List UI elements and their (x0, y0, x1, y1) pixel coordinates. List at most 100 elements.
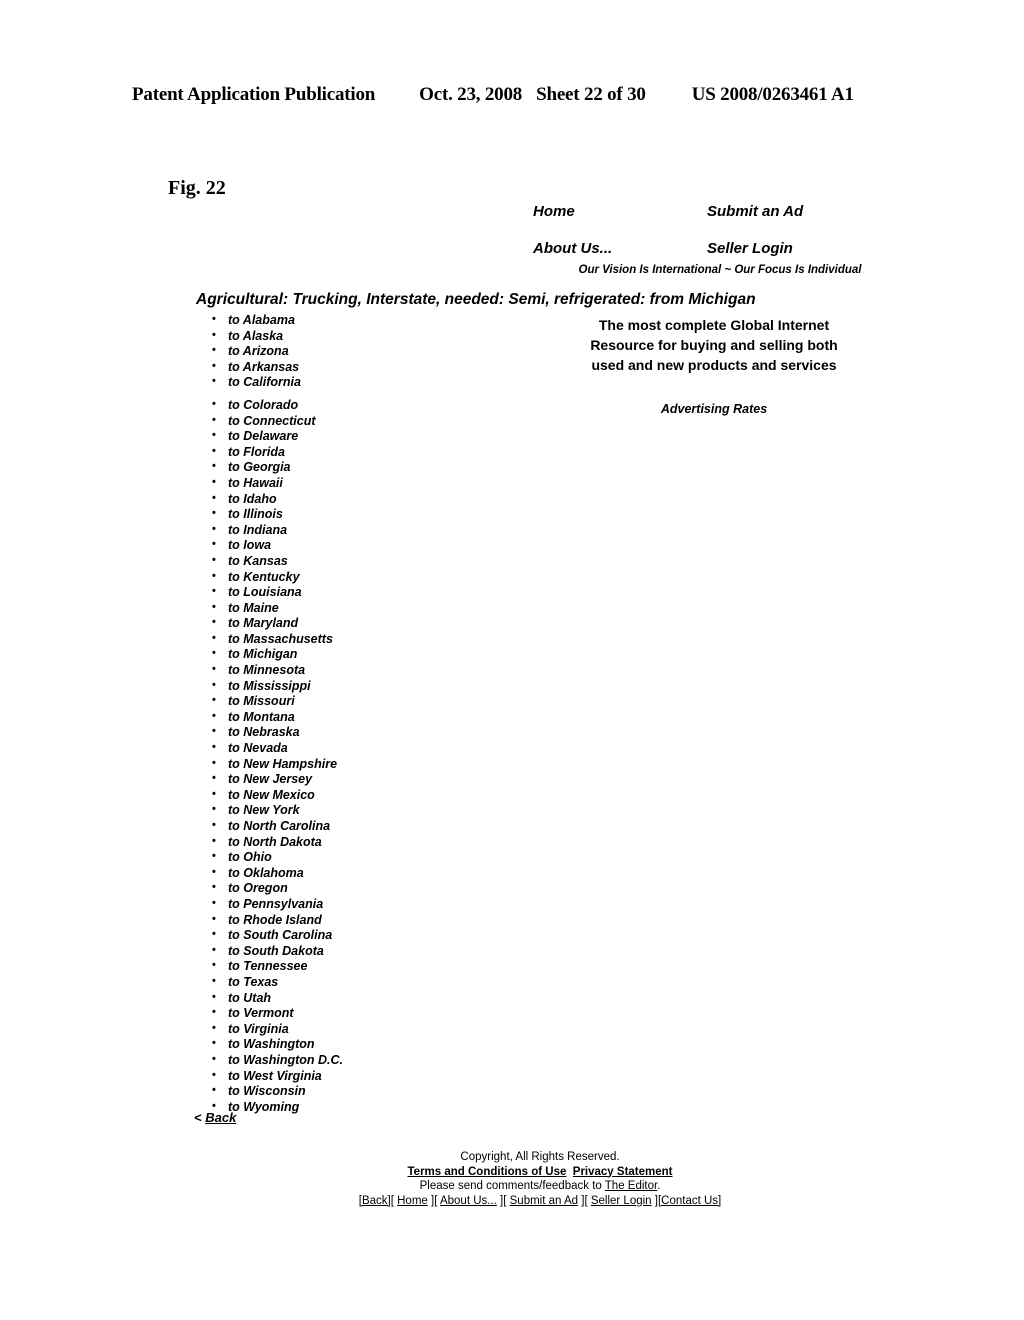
list-item[interactable]: to Mississippi (212, 678, 468, 695)
list-item[interactable]: to Missouri (212, 693, 468, 710)
list-item[interactable]: to New Mexico (212, 787, 468, 804)
state-link: to West Virginia (228, 1068, 322, 1083)
list-item[interactable]: to Oklahoma (212, 865, 468, 882)
footer-link-seller-login[interactable]: Seller Login (591, 1195, 652, 1207)
state-link: to Maine (228, 600, 279, 615)
list-item[interactable]: to Wisconsin (212, 1083, 468, 1100)
advertising-rates-link[interactable]: Advertising Rates (574, 402, 854, 416)
list-item[interactable]: to Maryland (212, 615, 468, 632)
list-item[interactable]: to Illinois (212, 506, 468, 523)
footer-link-home[interactable]: Home (397, 1195, 428, 1207)
list-item[interactable]: to Delaware (212, 428, 468, 445)
list-item[interactable]: to Georgia (212, 459, 468, 476)
state-link: to North Dakota (228, 834, 322, 849)
list-item[interactable]: to California (212, 374, 468, 391)
nav-link-about-us[interactable]: About Us... (533, 240, 612, 257)
state-link: to Nebraska (228, 725, 300, 740)
state-link: to Kansas (228, 553, 288, 568)
list-item[interactable]: to Tennessee (212, 958, 468, 975)
state-link: to Missouri (228, 694, 295, 709)
back-link[interactable]: < Back (194, 1110, 236, 1125)
footer-legal-links: Terms and Conditions of Use Privacy Stat… (270, 1165, 810, 1180)
state-link: to Washington D.C. (228, 1052, 344, 1067)
list-item[interactable]: to Hawaii (212, 475, 468, 492)
list-item[interactable]: to Washington D.C. (212, 1052, 468, 1069)
footer-link-about-us[interactable]: About Us... (440, 1195, 497, 1207)
list-item[interactable]: to Nebraska (212, 724, 468, 741)
list-item[interactable]: to Kentucky (212, 569, 468, 586)
state-link: to Louisiana (228, 585, 302, 600)
state-link: to Mississippi (228, 678, 311, 693)
promo-text: The most complete Global Internet Resour… (590, 317, 838, 373)
list-item[interactable]: to Indiana (212, 522, 468, 539)
list-item[interactable]: to Virginia (212, 1021, 468, 1038)
list-item[interactable]: to Maine (212, 600, 468, 617)
list-item[interactable]: to Wyoming (212, 1099, 468, 1116)
list-item[interactable]: to Vermont (212, 1005, 468, 1022)
state-link: to Texas (228, 974, 279, 989)
list-item[interactable]: to North Dakota (212, 834, 468, 851)
list-item[interactable]: to Nevada (212, 740, 468, 757)
state-link: to New York (228, 803, 300, 818)
state-link: to Michigan (228, 647, 298, 662)
state-link: to Florida (228, 444, 285, 459)
list-item[interactable]: to Kansas (212, 553, 468, 570)
list-item[interactable]: to New Hampshire (212, 756, 468, 773)
state-link: to Alaska (228, 328, 284, 343)
patent-publication-label: Patent Application Publication (132, 84, 376, 105)
patent-sheet-header: Patent Application Publication Oct. 23, … (132, 84, 892, 106)
list-item[interactable]: to Louisiana (212, 584, 468, 601)
footer-link-submit-an-ad[interactable]: Submit an Ad (510, 1195, 578, 1207)
list-item[interactable]: to South Dakota (212, 943, 468, 960)
list-item[interactable]: to Colorado (212, 397, 468, 414)
list-item[interactable]: to Idaho (212, 491, 468, 508)
footer-nav-links: [Back][ Home ][ About Us... ][ Submit an… (270, 1194, 810, 1209)
state-link: to Indiana (228, 522, 288, 537)
privacy-statement-link[interactable]: Privacy Statement (573, 1166, 673, 1178)
state-link: to Washington (228, 1037, 315, 1052)
list-item[interactable]: to Massachusetts (212, 631, 468, 648)
list-item[interactable]: to Florida (212, 444, 468, 461)
back-arrow-icon: < (194, 1110, 202, 1125)
footer-link-back[interactable]: [Back] (359, 1195, 391, 1207)
list-item[interactable]: to Minnesota (212, 662, 468, 679)
list-item[interactable]: to Montana (212, 709, 468, 726)
nav-link-seller-login[interactable]: Seller Login (707, 240, 793, 257)
list-item[interactable]: to Oregon (212, 880, 468, 897)
list-item[interactable]: to Washington (212, 1036, 468, 1053)
list-item[interactable]: to Alaska (212, 328, 468, 345)
list-item[interactable]: to North Carolina (212, 818, 468, 835)
list-item[interactable]: to Arkansas (212, 359, 468, 376)
footer-feedback: Please send comments/feedback to The Edi… (270, 1179, 810, 1194)
state-destination-list: to Alabama to Alaska to Arizona to Arkan… (202, 312, 468, 1116)
list-item[interactable]: to Utah (212, 990, 468, 1007)
list-item[interactable]: to Michigan (212, 646, 468, 663)
state-link: to New Hampshire (228, 756, 338, 771)
list-item[interactable]: to New York (212, 802, 468, 819)
list-item[interactable]: to Iowa (212, 537, 468, 554)
list-item[interactable]: to Pennsylvania (212, 896, 468, 913)
list-item[interactable]: to Rhode Island (212, 912, 468, 929)
list-item[interactable]: to Ohio (212, 849, 468, 866)
state-link: to Kentucky (228, 569, 300, 584)
footer-link-contact-us[interactable]: [Contact Us] (658, 1195, 721, 1207)
site-footer: Copyright, All Rights Reserved. Terms an… (270, 1150, 810, 1208)
list-item[interactable]: to West Virginia (212, 1068, 468, 1085)
list-item[interactable]: to South Carolina (212, 927, 468, 944)
list-item[interactable]: to New Jersey (212, 771, 468, 788)
list-item[interactable]: to Texas (212, 974, 468, 991)
terms-and-conditions-link[interactable]: Terms and Conditions of Use (408, 1166, 567, 1178)
state-link: to Arizona (228, 344, 289, 359)
editor-link[interactable]: The Editor (605, 1180, 657, 1192)
state-link: to Ohio (228, 850, 272, 865)
state-link: to Virginia (228, 1021, 289, 1036)
nav-link-home[interactable]: Home (533, 203, 575, 220)
patent-publication-number: US 2008/0263461 A1 (691, 84, 854, 105)
state-link: to Iowa (228, 538, 272, 553)
nav-link-submit-an-ad[interactable]: Submit an Ad (707, 203, 803, 220)
list-item[interactable]: to Alabama (212, 312, 468, 329)
state-link: to North Carolina (228, 819, 331, 833)
list-item[interactable]: to Arizona (212, 343, 468, 360)
patent-date: Oct. 23, 2008 (419, 84, 523, 105)
list-item[interactable]: to Connecticut (212, 413, 468, 430)
